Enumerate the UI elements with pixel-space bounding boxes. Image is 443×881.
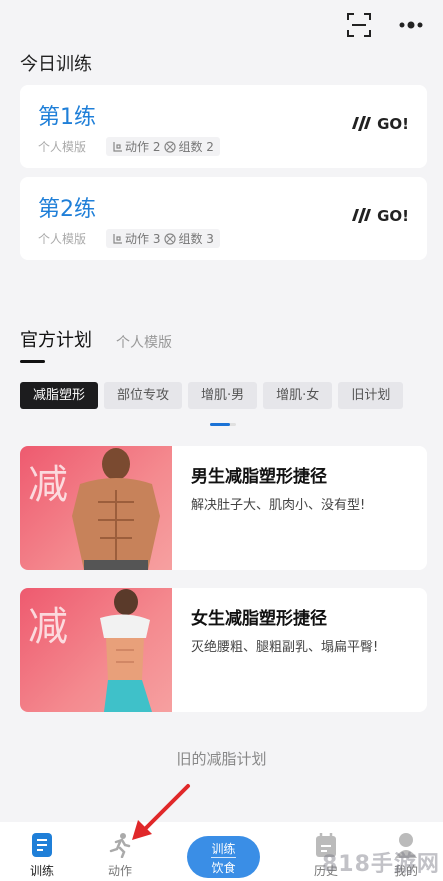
go-label: GO!: [377, 207, 409, 225]
course-description: 灭绝腰粗、腿粗副乳、塌扁平臀!: [191, 640, 379, 655]
course-card[interactable]: 减 女生减脂塑形捷径 灭绝腰粗、腿粗副乳、塌扁平臀!: [20, 588, 427, 712]
category-chips: 减脂塑形 部位专攻 增肌·男 增肌·女 旧计划: [20, 382, 443, 410]
plan-template: 个人模版: [38, 232, 87, 246]
sets-icon: [164, 232, 177, 245]
plan-actions: 动作 2: [125, 140, 161, 154]
plan-actions: 动作 3: [125, 232, 161, 246]
nav-actions-label: 动作: [107, 864, 132, 878]
plan-sets: 组数 3: [178, 232, 214, 246]
sets-icon: [164, 140, 177, 153]
chip-scroll-indicator: [210, 423, 236, 426]
plan-stats: 动作 3 组数 3: [106, 229, 220, 248]
tab-personal-templates[interactable]: 个人模版: [116, 332, 172, 352]
chip-body-part[interactable]: 部位专攻: [104, 382, 183, 409]
course-card[interactable]: 减 男生减脂塑形捷径 解决肚子大、肌肉小、没有型!: [20, 446, 427, 570]
more-icon[interactable]: [396, 14, 426, 36]
tab-official-plans[interactable]: 官方计划: [20, 326, 92, 352]
plan-card[interactable]: 第1练 个人模版 动作 2 组数 2 GO!: [20, 85, 427, 168]
plan-name: 第1练: [38, 105, 96, 130]
chip-fat-loss[interactable]: 减脂塑形: [20, 382, 99, 409]
scan-icon[interactable]: [346, 12, 372, 38]
course-description: 解决肚子大、肌肉小、没有型!: [191, 498, 366, 513]
top-bar: [0, 0, 443, 48]
action-icon: [113, 233, 123, 244]
plan-template: 个人模版: [38, 140, 87, 154]
chip-muscle-male[interactable]: 增肌·男: [188, 382, 258, 409]
action-icon: [113, 141, 123, 152]
nav-center-top-label: 训练: [211, 842, 236, 856]
plan-meta: 个人模版 动作 3 组数 3: [38, 229, 220, 248]
plan-card[interactable]: 第2练 个人模版 动作 3 组数 3 GO!: [20, 177, 427, 260]
plan-sets: 组数 2: [178, 140, 214, 154]
red-arrow-annotation: [132, 784, 190, 840]
plan-meta: 个人模版 动作 2 组数 2: [38, 137, 220, 156]
watermark: 818手游网: [322, 852, 440, 877]
course-title: 女生减脂塑形捷径: [191, 609, 327, 629]
chip-muscle-female[interactable]: 增肌·女: [263, 382, 333, 409]
female-athlete-image: [100, 589, 152, 712]
male-athlete-image: [72, 448, 160, 570]
nav-center-divider: [211, 857, 236, 858]
go-button[interactable]: GO!: [351, 207, 409, 225]
nav-center-bottom-label: 饮食: [211, 861, 236, 875]
today-training-title: 今日训练: [20, 54, 92, 75]
plan-name: 第2练: [38, 197, 96, 222]
go-label: GO!: [377, 115, 409, 133]
document-icon: [32, 833, 52, 857]
tab-underline: [20, 360, 45, 363]
dumbbell-icon: [352, 116, 372, 131]
plan-tabs: 官方计划 个人模版: [20, 326, 172, 352]
old-fat-loss-plans-link[interactable]: 旧的减脂计划: [0, 748, 443, 769]
dumbbell-icon: [352, 208, 372, 223]
nav-train-diet-button[interactable]: 训练 饮食: [187, 836, 260, 878]
course-title: 男生减脂塑形捷径: [191, 467, 327, 487]
plan-stats: 动作 2 组数 2: [106, 137, 220, 156]
course-image: 减: [20, 588, 172, 712]
chip-old-plans[interactable]: 旧计划: [338, 382, 404, 409]
nav-train[interactable]: 训练: [12, 832, 72, 879]
go-button[interactable]: GO!: [351, 115, 409, 133]
course-image: 减: [20, 446, 172, 570]
nav-train-label: 训练: [29, 864, 54, 878]
